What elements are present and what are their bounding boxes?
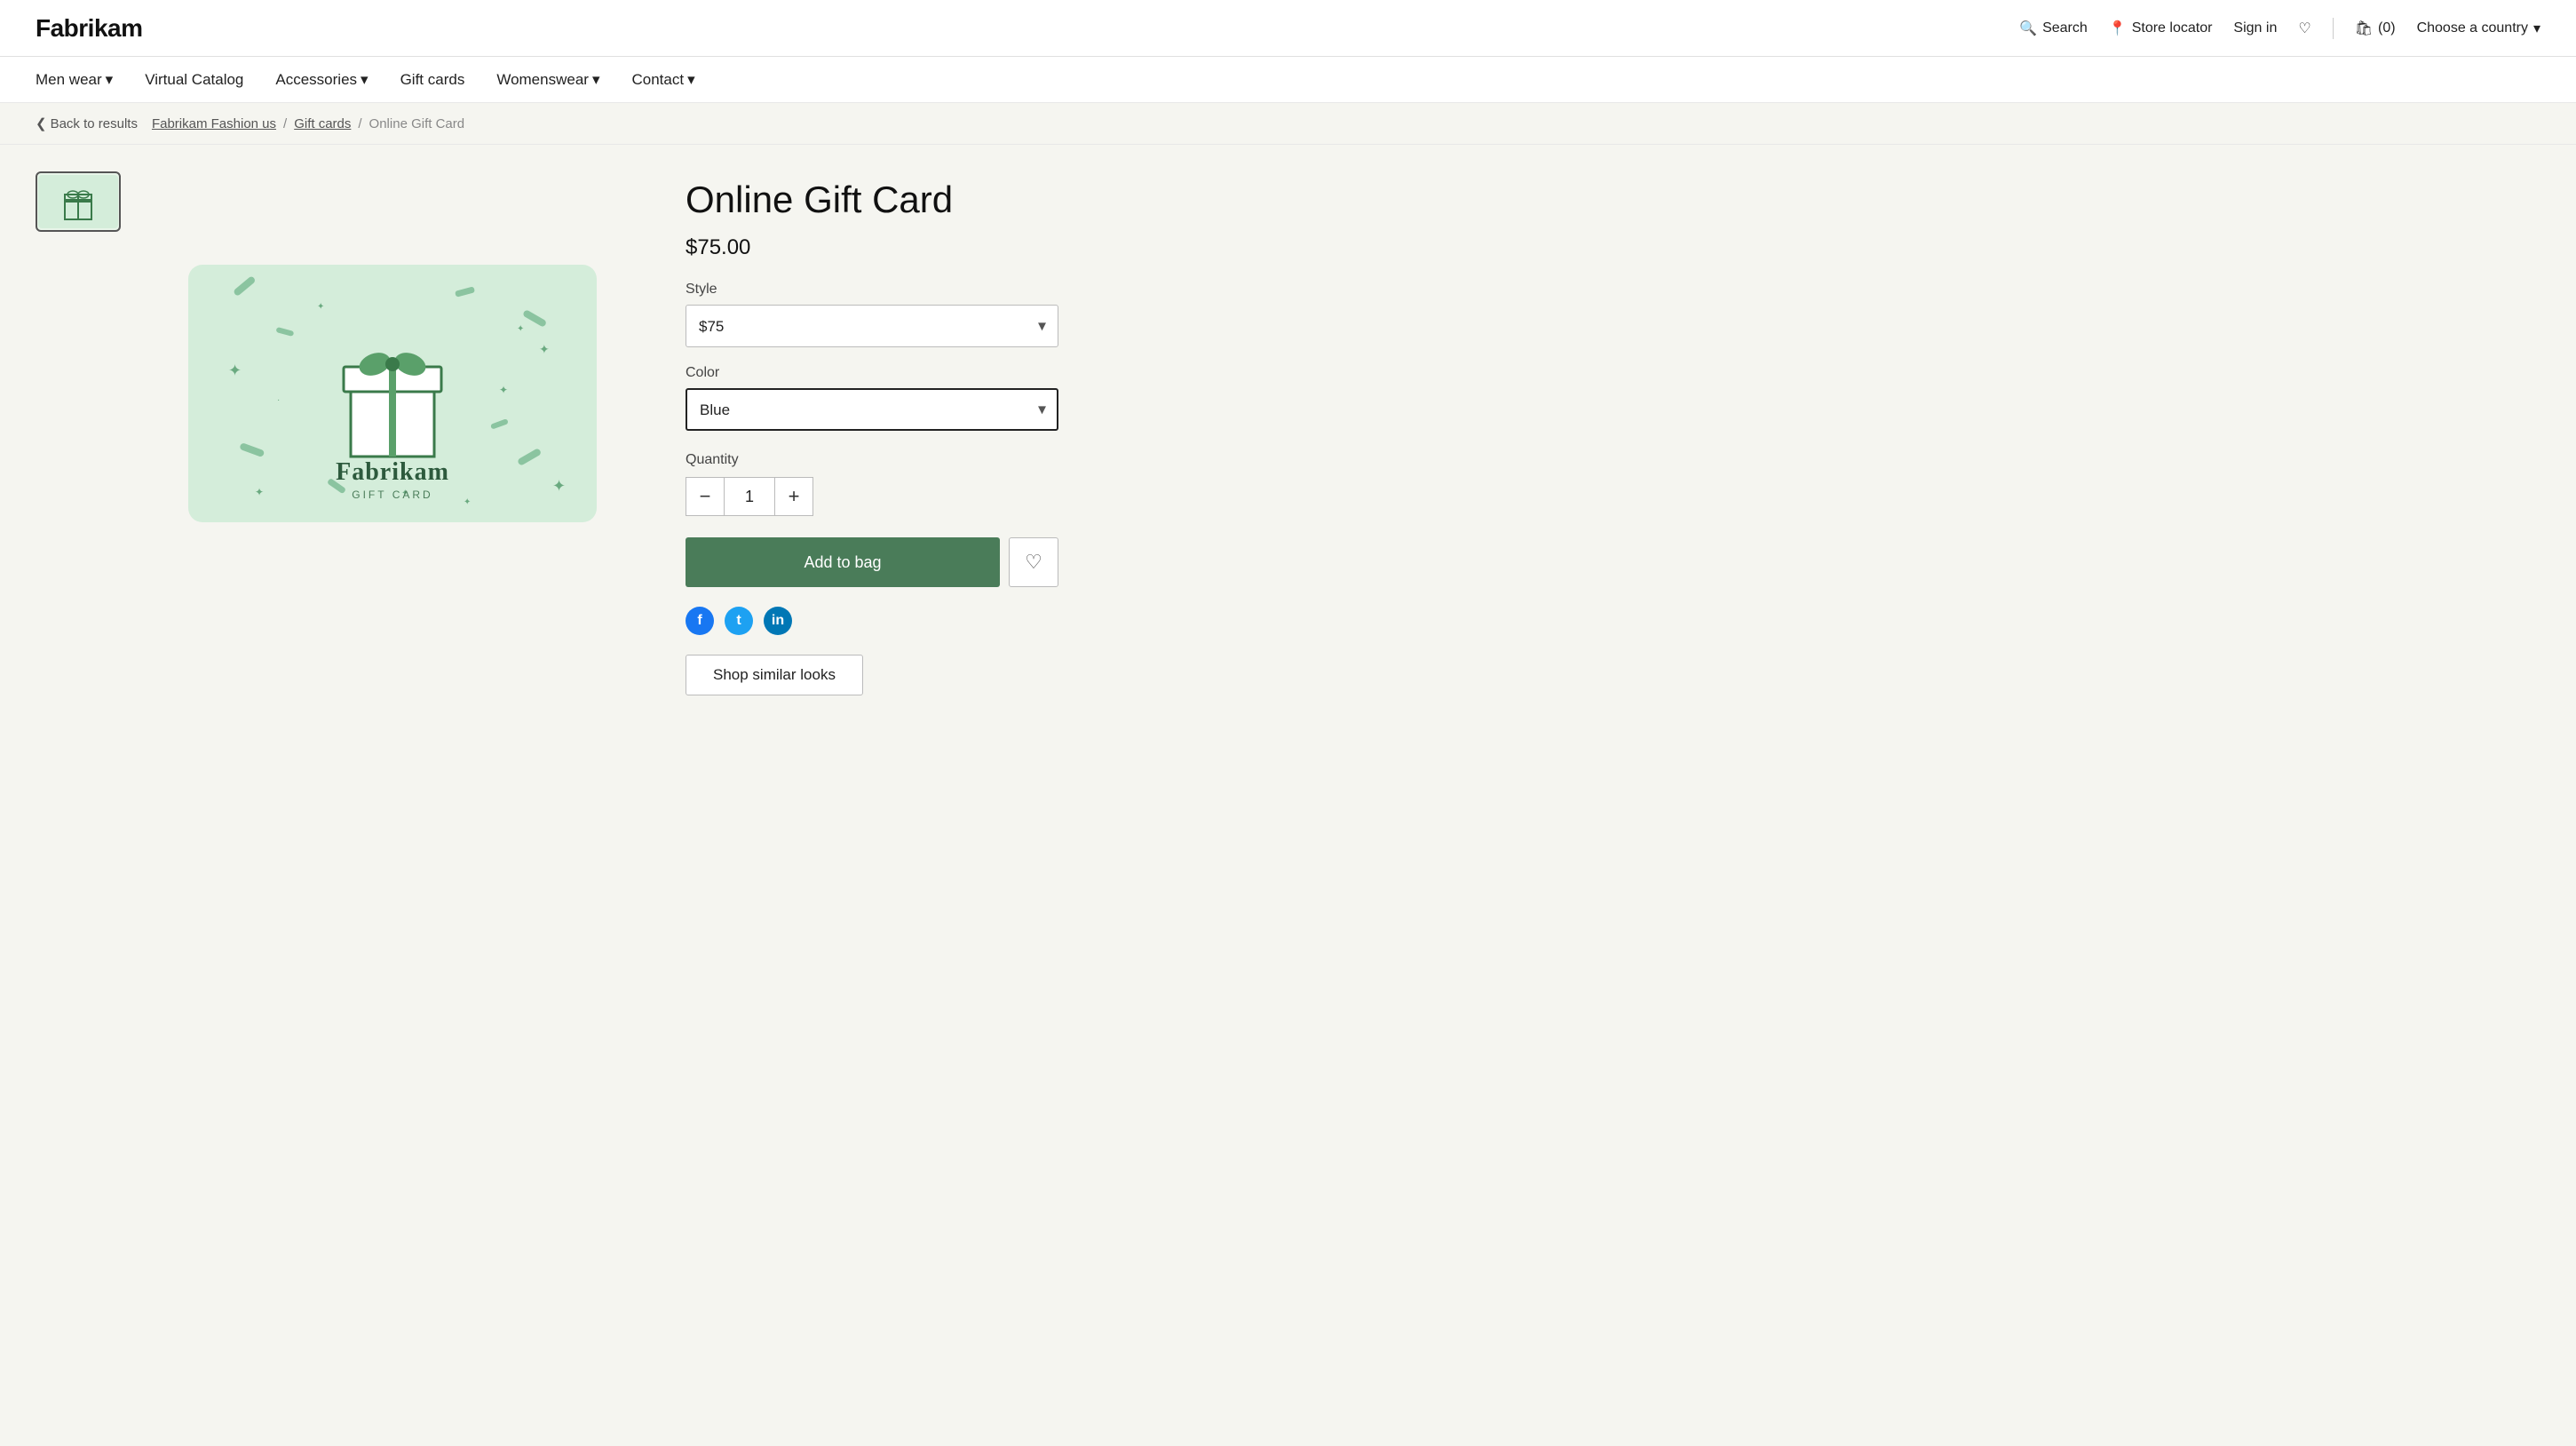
bag-button[interactable]: 🛍 (0)	[2355, 20, 2396, 37]
add-to-bag-button[interactable]: Add to bag	[686, 537, 1000, 587]
chevron-left-icon: ❮	[36, 115, 47, 131]
svg-text:Fabrikam: Fabrikam	[336, 458, 449, 486]
color-select-wrap: Color Blue Green Red Gold ▾	[686, 365, 1058, 431]
quantity-decrease-button[interactable]: −	[686, 477, 725, 516]
chevron-down-icon: ▾	[2533, 20, 2540, 37]
svg-text:✦: ✦	[464, 497, 471, 507]
store-locator-icon: 📍	[2109, 20, 2127, 37]
style-label: Style	[686, 282, 1058, 298]
svg-text:GIFT CARD: GIFT CARD	[352, 489, 432, 501]
heart-icon: ♡	[1025, 551, 1042, 574]
search-icon: 🔍	[2019, 20, 2037, 37]
main-product-image: ✦ ✦ ✦ ✦ ✦ ✦ ✦ · ✦ ✦	[135, 171, 650, 616]
primary-nav: Men wear ▾ Virtual Catalog Accessories ▾…	[0, 57, 2576, 103]
brand-logo[interactable]: Fabrikam	[36, 14, 143, 43]
heart-icon: ♡	[2298, 20, 2310, 37]
nav-item-accessories[interactable]: Accessories ▾	[275, 71, 368, 89]
twitter-share-button[interactable]: t	[725, 607, 753, 635]
breadcrumb-separator: /	[283, 116, 287, 131]
nav-item-virtualcatalog[interactable]: Virtual Catalog	[145, 71, 243, 89]
main-content: ✦ ✦ ✦ ✦ ✦ ✦ ✦ · ✦ ✦	[0, 145, 2576, 1442]
style-select[interactable]: $25 $50 $75 $100 $150 $200	[686, 305, 1058, 347]
color-select[interactable]: Blue Green Red Gold	[686, 388, 1058, 431]
store-locator-button[interactable]: 📍 Store locator	[2109, 20, 2213, 37]
svg-text:✦: ✦	[317, 302, 324, 312]
breadcrumb-separator-2: /	[358, 116, 361, 131]
nav-item-menwear[interactable]: Men wear ▾	[36, 71, 113, 89]
linkedin-share-button[interactable]: in	[764, 607, 792, 635]
svg-text:✦: ✦	[255, 486, 264, 498]
svg-text:✦: ✦	[517, 324, 524, 334]
social-share-row: f t in	[686, 607, 1058, 635]
chevron-down-icon: ▾	[687, 71, 695, 89]
quantity-value: 1	[725, 477, 774, 516]
header-divider	[2333, 18, 2334, 39]
quantity-control: − 1 +	[686, 477, 1058, 516]
twitter-icon: t	[736, 613, 741, 629]
product-images: ✦ ✦ ✦ ✦ ✦ ✦ ✦ · ✦ ✦	[36, 171, 650, 1415]
svg-text:✦: ✦	[499, 384, 508, 396]
svg-text:✦: ✦	[539, 342, 550, 356]
breadcrumb-giftcards-link[interactable]: Gift cards	[294, 116, 351, 131]
bag-icon: 🛍	[2355, 20, 2373, 37]
product-price: $75.00	[686, 235, 1058, 260]
country-selector[interactable]: Choose a country ▾	[2417, 20, 2540, 37]
linkedin-icon: in	[772, 613, 784, 629]
thumbnail-1[interactable]	[36, 171, 121, 232]
chevron-down-icon: ▾	[361, 71, 369, 89]
thumbnail-list	[36, 171, 121, 1415]
facebook-icon: f	[697, 613, 701, 629]
nav-item-contact[interactable]: Contact ▾	[632, 71, 695, 89]
shop-similar-button[interactable]: Shop similar looks	[686, 655, 863, 695]
breadcrumb-current: Online Gift Card	[369, 116, 465, 131]
header: Fabrikam 🔍 Search 📍 Store locator Sign i…	[0, 0, 2576, 57]
add-row: Add to bag ♡	[686, 537, 1058, 587]
quantity-label: Quantity	[686, 452, 1058, 468]
breadcrumb-home-link[interactable]: Fabrikam Fashion us	[152, 116, 276, 131]
back-to-results-link[interactable]: ❮ Back to results	[36, 115, 138, 131]
nav-item-womenswear[interactable]: Womenswear ▾	[496, 71, 599, 89]
facebook-share-button[interactable]: f	[686, 607, 714, 635]
quantity-increase-button[interactable]: +	[774, 477, 813, 516]
svg-text:✦: ✦	[552, 477, 566, 495]
breadcrumb: ❮ Back to results Fabrikam Fashion us / …	[0, 103, 2576, 145]
plus-icon: +	[789, 485, 800, 508]
nav-item-giftcards[interactable]: Gift cards	[400, 71, 465, 89]
chevron-down-icon: ▾	[106, 71, 114, 89]
chevron-down-icon: ▾	[592, 71, 600, 89]
search-button[interactable]: 🔍 Search	[2019, 20, 2088, 37]
svg-text:·: ·	[277, 395, 280, 405]
color-inner-wrap: Blue Green Red Gold ▾	[686, 388, 1058, 431]
svg-text:✦: ✦	[228, 362, 242, 379]
header-right: 🔍 Search 📍 Store locator Sign in ♡ 🛍 (0)…	[2019, 18, 2540, 39]
product-title: Online Gift Card	[686, 179, 1058, 221]
style-select-wrap: $25 $50 $75 $100 $150 $200 ▾	[686, 305, 1058, 347]
sign-in-button[interactable]: Sign in	[2233, 20, 2277, 36]
wishlist-button[interactable]: ♡	[1009, 537, 1058, 587]
color-label: Color	[686, 365, 1058, 381]
wishlist-button[interactable]: ♡	[2298, 20, 2310, 37]
minus-icon: −	[700, 485, 711, 508]
product-details: Online Gift Card $75.00 Style $25 $50 $7…	[686, 171, 1058, 1415]
